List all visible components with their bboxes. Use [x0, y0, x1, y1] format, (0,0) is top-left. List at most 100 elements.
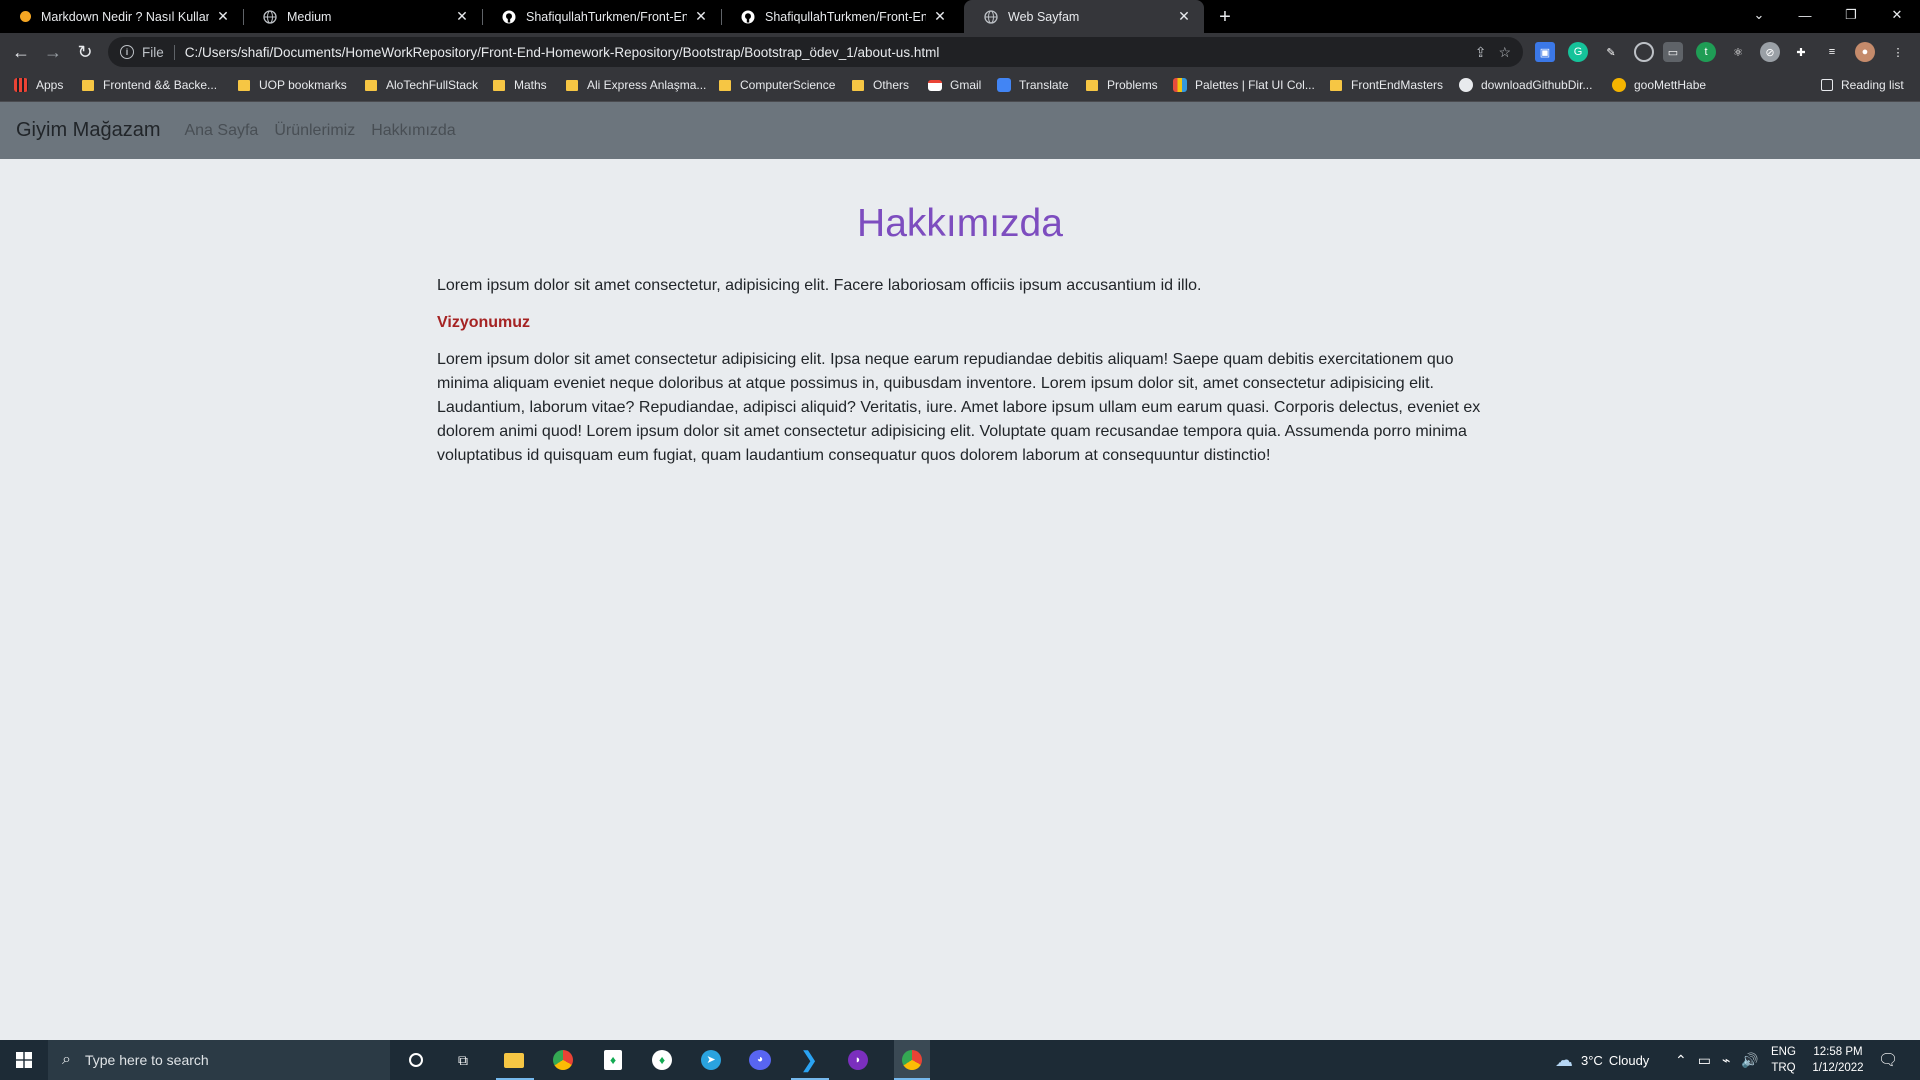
reload-icon[interactable]: ↻: [72, 39, 98, 65]
bookmark-folder[interactable]: Maths: [493, 78, 547, 92]
reading-list-button[interactable]: Reading list: [1821, 78, 1904, 92]
chevron-up-icon[interactable]: ⌃: [1675, 1052, 1687, 1069]
browser-tab[interactable]: ShafiqullahTurkmen/Front-End-H ✕: [482, 0, 721, 33]
nav-link-about[interactable]: Hakkımızda: [371, 122, 455, 140]
forward-arrow-icon[interactable]: →: [40, 39, 66, 65]
lang-primary: ENG: [1771, 1046, 1796, 1058]
tab-title: Medium: [287, 9, 332, 24]
lang-secondary: TRQ: [1771, 1062, 1796, 1074]
browser-tab[interactable]: Medium ✕: [243, 0, 482, 33]
telegram-icon[interactable]: ➤: [697, 1046, 725, 1074]
bookmark-translate[interactable]: Translate: [997, 78, 1069, 92]
save-extension-icon[interactable]: ▣: [1535, 42, 1555, 62]
tab-title: ShafiqullahTurkmen/Front-End-H: [526, 9, 687, 24]
menu-kebab-icon[interactable]: ⋮: [1888, 42, 1908, 62]
volume-icon[interactable]: 🔊: [1741, 1052, 1758, 1069]
new-tab-button[interactable]: +: [1214, 6, 1236, 28]
bookmark-apps[interactable]: Apps: [14, 78, 63, 92]
globe-icon: [1459, 78, 1473, 92]
close-window-icon[interactable]: ✕: [1874, 0, 1920, 30]
podcast-app-icon[interactable]: ◗: [844, 1046, 872, 1074]
language-indicator[interactable]: ENG TRQ: [1771, 1040, 1796, 1080]
mongodb-compass-icon[interactable]: ♦: [648, 1046, 676, 1074]
grammarly-icon[interactable]: G: [1568, 42, 1588, 62]
discord-icon[interactable]: ◕: [746, 1046, 774, 1074]
share-icon[interactable]: ⇪: [1475, 44, 1487, 61]
minimize-icon[interactable]: —: [1782, 0, 1828, 30]
folder-icon: [82, 79, 94, 91]
bookmark-folder[interactable]: AloTechFullStack: [365, 78, 478, 92]
bookmark-folder[interactable]: Frontend && Backe...: [82, 78, 217, 92]
folder-icon: [852, 79, 864, 91]
browser-tab-active[interactable]: Web Sayfam ✕: [964, 0, 1204, 33]
nav-link-products[interactable]: Ürünlerimiz: [274, 122, 355, 140]
folder-icon: [719, 79, 731, 91]
bookmark-download-github[interactable]: downloadGithubDir...: [1459, 78, 1592, 92]
nav-link-home[interactable]: Ana Sayfa: [184, 122, 258, 140]
bookmark-label: Gmail: [950, 78, 982, 92]
bookmark-folder[interactable]: ComputerScience: [719, 78, 835, 92]
github-icon: [741, 10, 755, 24]
close-icon[interactable]: ✕: [215, 8, 231, 25]
close-icon[interactable]: ✕: [454, 8, 470, 25]
windows-start-button[interactable]: [0, 1040, 48, 1080]
bookmark-star-icon[interactable]: ☆: [1498, 44, 1511, 61]
page-title: Hakkımızda: [857, 202, 1063, 245]
weather-widget[interactable]: ☁ 3°C Cloudy: [1555, 1040, 1649, 1080]
browser-tab[interactable]: ShafiqullahTurkmen/Front-End-H ✕: [721, 0, 960, 33]
bookmark-label: downloadGithubDir...: [1481, 78, 1593, 92]
bookmark-folder[interactable]: UOP bookmarks: [238, 78, 347, 92]
bookmark-label: AloTechFullStack: [386, 78, 479, 92]
tab-search-icon[interactable]: ⌄: [1736, 0, 1782, 30]
gmail-icon: [928, 79, 942, 91]
bookmark-folder[interactable]: Problems: [1086, 78, 1158, 92]
browser-tab[interactable]: Markdown Nedir ? Nasıl Kullanılır ✕: [0, 0, 243, 33]
restore-icon[interactable]: ❐: [1828, 0, 1874, 30]
close-icon[interactable]: ✕: [693, 8, 709, 25]
bookmark-folder[interactable]: Ali Express Anlaşma...: [566, 78, 706, 92]
bookmark-label: Others: [873, 78, 910, 92]
file-explorer-icon[interactable]: [500, 1046, 528, 1074]
bookmark-folder[interactable]: FrontEndMasters: [1330, 78, 1443, 92]
bookmark-palettes[interactable]: Palettes | Flat UI Col...: [1173, 78, 1315, 92]
browser-tab-strip: Markdown Nedir ? Nasıl Kullanılır ✕ Medi…: [0, 0, 1920, 33]
chrome-icon[interactable]: [549, 1046, 577, 1074]
power-icon[interactable]: ⌁: [1722, 1052, 1730, 1069]
address-url[interactable]: C:/Users/shafi/Documents/HomeWorkReposit…: [185, 45, 940, 60]
bookmark-gmail[interactable]: Gmail: [928, 78, 981, 92]
weather-condition: Cloudy: [1608, 1052, 1650, 1068]
bookmark-label: FrontEndMasters: [1351, 78, 1444, 92]
bookmark-goomett[interactable]: gooMettHabe: [1612, 78, 1706, 92]
react-devtools-icon[interactable]: ⚛: [1728, 42, 1748, 62]
blocked-extension-icon[interactable]: ⊘: [1760, 42, 1780, 62]
clock[interactable]: 12:58 PM 1/12/2022: [1808, 1040, 1868, 1080]
site-brand[interactable]: Giyim Mağazam: [16, 119, 160, 142]
mongodb-icon[interactable]: ♦: [599, 1046, 627, 1074]
info-icon[interactable]: i: [120, 45, 134, 59]
cortana-icon[interactable]: [402, 1046, 430, 1074]
chrome-active-icon[interactable]: [894, 1040, 930, 1080]
bookmark-label: ComputerScience: [740, 78, 836, 92]
bookmark-label: UOP bookmarks: [259, 78, 347, 92]
pen-extension-icon[interactable]: ✎: [1601, 42, 1621, 62]
bookmark-folder[interactable]: Others: [852, 78, 909, 92]
notifications-icon[interactable]: 🗨: [1878, 1040, 1898, 1080]
target-extension-icon[interactable]: [1634, 42, 1654, 62]
task-view-icon[interactable]: ⧉: [449, 1046, 477, 1074]
network-icon[interactable]: ▭: [1698, 1052, 1711, 1069]
vision-heading: Vizyonumuz: [437, 314, 531, 331]
close-icon[interactable]: ✕: [1176, 8, 1192, 25]
t-extension-icon[interactable]: t: [1696, 42, 1716, 62]
close-icon[interactable]: ✕: [932, 8, 948, 25]
bookmark-label: gooMettHabe: [1634, 78, 1707, 92]
address-bar[interactable]: i File C:/Users/shafi/Documents/HomeWork…: [108, 37, 1523, 67]
media-queue-icon[interactable]: ≡: [1822, 42, 1842, 62]
taskbar-search[interactable]: ⌕ Type here to search: [48, 1040, 390, 1080]
browser-toolbar: ← → ↻ i File C:/Users/shafi/Documents/Ho…: [0, 33, 1920, 71]
bookmark-label: Apps: [36, 78, 64, 92]
puzzle-extensions-icon[interactable]: ✚: [1791, 42, 1811, 62]
back-arrow-icon[interactable]: ←: [8, 39, 34, 65]
vscode-icon[interactable]: ❯: [795, 1046, 823, 1074]
screen-extension-icon[interactable]: ▭: [1663, 42, 1683, 62]
avatar[interactable]: ●: [1855, 42, 1875, 62]
